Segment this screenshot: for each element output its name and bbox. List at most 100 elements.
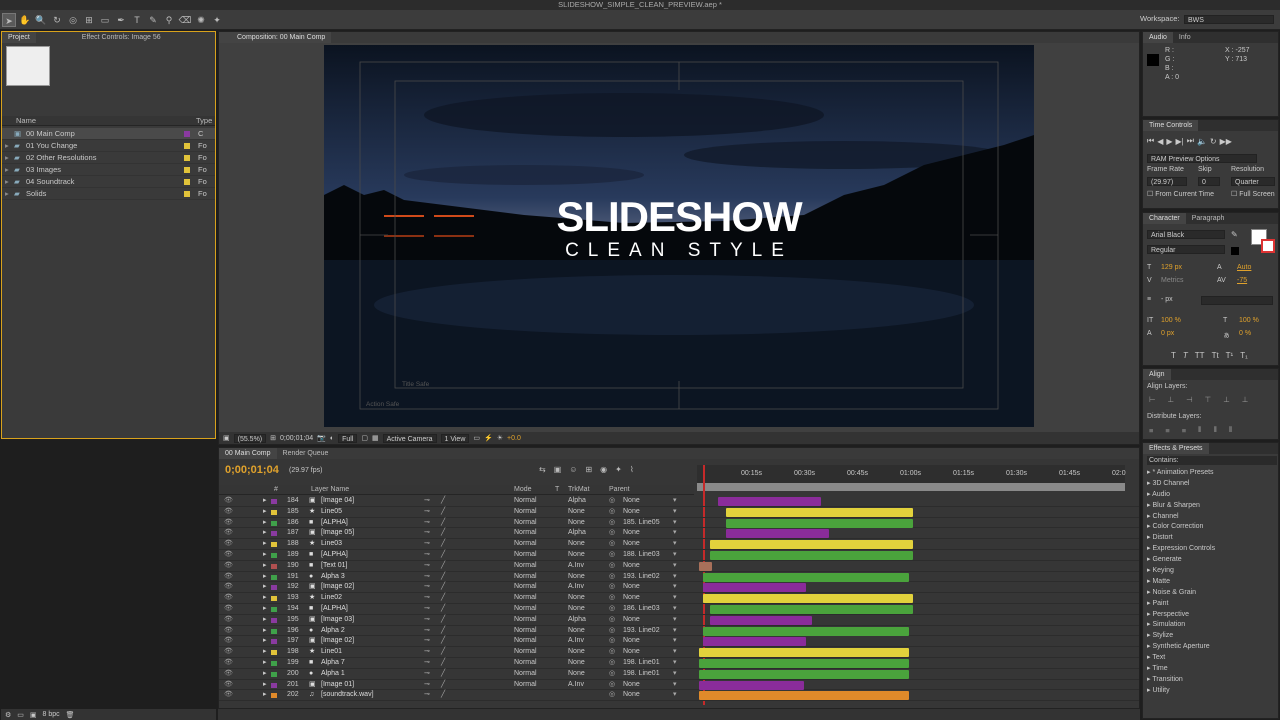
layer-mode[interactable]: Normal (514, 561, 537, 572)
timeline-layer-row[interactable]: 👁 ▸ 202 ♫ [soundtrack.wav] ⊸ ╱ ◎ None ▾ (219, 690, 1139, 702)
new-comp-icon[interactable]: ▣ (30, 711, 37, 719)
layer-name[interactable]: Line01 (321, 647, 342, 658)
layer-trkmat[interactable]: None (568, 518, 585, 529)
layer-label-swatch[interactable] (271, 574, 277, 580)
effect-category[interactable]: ▸ Text (1143, 653, 1278, 664)
label-color-swatch[interactable] (184, 155, 190, 161)
visibility-eye-icon[interactable]: 👁 (224, 496, 233, 507)
tab-time-controls[interactable]: Time Controls (1143, 120, 1199, 131)
effect-category[interactable]: ▸ Simulation (1143, 620, 1278, 631)
work-area-bar[interactable] (697, 483, 1125, 491)
col-layer-name[interactable]: Layer Name (311, 485, 349, 495)
chevron-down-icon[interactable]: ▾ (673, 518, 677, 529)
quality-switch-icon[interactable]: ╱ (441, 507, 445, 518)
project-item[interactable]: ▸ ▰ Solids Fo (2, 188, 215, 200)
layer-name[interactable]: [Image 04] (321, 496, 354, 507)
timeline-layer-row[interactable]: 👁 ▸ 197 ▣ [Image 02] ⊸ ╱ Normal A.Inv ◎ None ▾ (219, 636, 1139, 648)
quality-switch-icon[interactable]: ╱ (441, 626, 445, 637)
chevron-down-icon[interactable]: ▾ (673, 658, 677, 669)
layer-trkmat[interactable]: None (568, 604, 585, 615)
disclosure-triangle-icon[interactable]: ▸ (5, 164, 9, 175)
shy-switch-icon[interactable]: ⊸ (424, 658, 430, 669)
faux-bold-icon[interactable]: T (1171, 351, 1176, 360)
chevron-down-icon[interactable]: ▾ (673, 593, 677, 604)
frame-blending-icon[interactable]: ⊞ (585, 465, 592, 474)
tab-info[interactable]: Info (1173, 32, 1197, 43)
loop-icon[interactable]: ↻ (1210, 137, 1217, 146)
visibility-eye-icon[interactable]: 👁 (224, 604, 233, 615)
align-top-icon[interactable]: ⊤ (1205, 395, 1212, 404)
graph-editor-icon[interactable]: ⌇ (630, 465, 634, 474)
layer-mode[interactable]: Normal (514, 539, 537, 550)
next-frame-icon[interactable]: ▶| (1176, 137, 1184, 146)
tab-audio[interactable]: Audio (1143, 32, 1173, 43)
layer-duration-bar[interactable] (699, 561, 712, 571)
effect-category[interactable]: ▸ Audio (1143, 490, 1278, 501)
layer-name[interactable]: Alpha 1 (321, 669, 345, 680)
layer-duration-bar[interactable] (709, 540, 914, 550)
layer-name[interactable]: [Image 03] (321, 615, 354, 626)
layer-mode[interactable]: Normal (514, 604, 537, 615)
pen-tool-icon[interactable]: ✒ (114, 13, 128, 27)
layer-label-swatch[interactable] (271, 628, 277, 634)
pickwhip-icon[interactable]: ◎ (609, 647, 615, 658)
layer-trkmat[interactable]: None (568, 507, 585, 518)
mute-icon[interactable]: 🔈 (1197, 137, 1207, 146)
label-color-swatch[interactable] (184, 143, 190, 149)
project-item[interactable]: ▸ ▰ 04 Soundtrack Fo (2, 176, 215, 188)
brainstorm-icon[interactable]: ✦ (615, 465, 622, 474)
layer-label-swatch[interactable] (271, 531, 277, 537)
effect-category[interactable]: ▸ Color Correction (1143, 522, 1278, 533)
last-frame-icon[interactable]: ⏭ (1187, 136, 1194, 146)
chevron-down-icon[interactable]: ▾ (673, 561, 677, 572)
visibility-eye-icon[interactable]: 👁 (224, 539, 233, 550)
shy-layers-icon[interactable]: ☺ (569, 465, 577, 474)
quality-switch-icon[interactable]: ╱ (441, 680, 445, 691)
label-color-swatch[interactable] (184, 167, 190, 173)
layer-name[interactable]: Alpha 7 (321, 658, 345, 669)
layer-duration-bar[interactable] (703, 572, 909, 582)
exposure-value[interactable]: +0.0 (507, 435, 521, 442)
chevron-down-icon[interactable]: ▾ (673, 604, 677, 615)
disclosure-triangle-icon[interactable]: ▸ (263, 680, 267, 691)
distribute-hcenter-icon[interactable]: ⦀ (1213, 425, 1216, 435)
quality-switch-icon[interactable]: ╱ (441, 669, 445, 680)
layer-parent[interactable]: None (623, 561, 640, 572)
quality-switch-icon[interactable]: ╱ (441, 572, 445, 583)
col-trkmat[interactable]: TrkMat (568, 485, 590, 495)
prev-frame-icon[interactable]: ◀ (1157, 137, 1163, 146)
effect-category[interactable]: ▸ Stylize (1143, 631, 1278, 642)
layer-trkmat[interactable]: None (568, 626, 585, 637)
tab-effects-presets[interactable]: Effects & Presets (1143, 443, 1209, 454)
column-type[interactable]: Type (196, 116, 212, 125)
quality-switch-icon[interactable]: ╱ (441, 528, 445, 539)
layer-trkmat[interactable]: None (568, 550, 585, 561)
eyedropper-icon[interactable]: ✎ (1231, 230, 1238, 239)
layer-duration-bar[interactable] (699, 680, 804, 690)
layer-duration-bar[interactable] (703, 637, 807, 647)
tab-effect-controls[interactable]: Effect Controls: Image 56 (76, 32, 167, 43)
comp-mini-flowchart-icon[interactable]: ⇆ (539, 465, 546, 474)
puppet-tool-icon[interactable]: ✦ (210, 13, 224, 27)
timeline-layer-row[interactable]: 👁 ▸ 194 ■ [ALPHA] ⊸ ╱ Normal None ◎ 186. Line03 ▾ (219, 604, 1139, 615)
chevron-down-icon[interactable]: ▾ (673, 626, 677, 637)
chevron-down-icon[interactable]: ▾ (673, 690, 677, 701)
layer-duration-bar[interactable] (703, 594, 914, 604)
visibility-eye-icon[interactable]: 👁 (224, 582, 233, 593)
project-item[interactable]: ▣ 00 Main Comp C (2, 128, 215, 140)
pickwhip-icon[interactable]: ◎ (609, 507, 615, 518)
title-sub-text[interactable]: CLEAN STYLE (324, 241, 1034, 261)
effect-category[interactable]: ▸ Generate (1143, 555, 1278, 566)
font-style-dropdown[interactable]: Regular (1147, 245, 1225, 254)
quality-switch-icon[interactable]: ╱ (441, 604, 445, 615)
show-channel-icon[interactable]: ◐ (330, 435, 334, 442)
shy-switch-icon[interactable]: ⊸ (424, 550, 430, 561)
timeline-layer-row[interactable]: 👁 ▸ 198 ★ Line01 ⊸ ╱ Normal None ◎ None ▾ (219, 647, 1139, 658)
time-ruler[interactable]: 00:15s 00:30s 00:45s 01:00s 01:15s 01:30s 01:4… (697, 465, 1126, 491)
disclosure-triangle-icon[interactable]: ▸ (263, 647, 267, 658)
camera-dropdown[interactable]: Active Camera (382, 433, 437, 443)
layer-name[interactable]: [ALPHA] (321, 518, 348, 529)
quality-switch-icon[interactable]: ╱ (441, 690, 445, 701)
baseline-shift-value[interactable]: 0 px (1161, 330, 1174, 337)
layer-name[interactable]: [Image 01] (321, 680, 354, 691)
